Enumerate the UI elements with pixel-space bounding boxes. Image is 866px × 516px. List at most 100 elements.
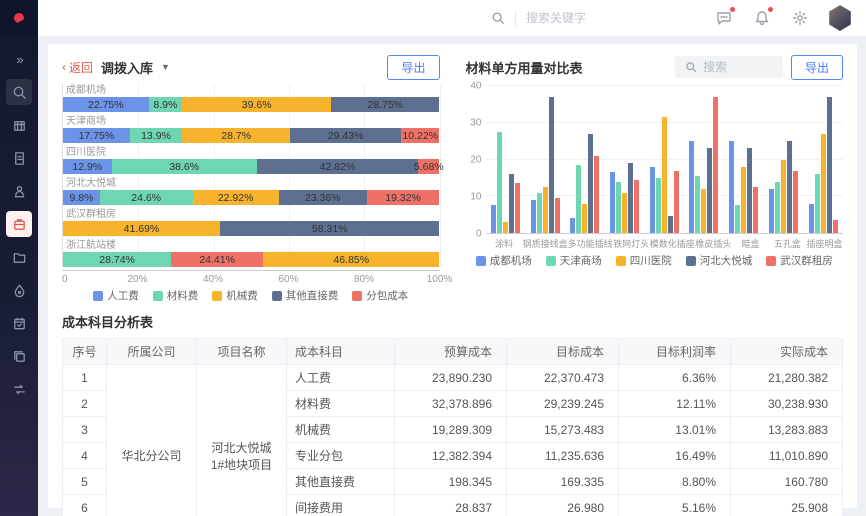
back-link[interactable]: ‹ 返回 (62, 59, 93, 76)
bar[interactable] (815, 174, 820, 233)
legend-item[interactable]: 河北大悦城 (686, 253, 753, 268)
bar-segment[interactable]: 39.6% (182, 97, 331, 112)
bar[interactable] (650, 167, 655, 233)
export-button-right[interactable]: 导出 (791, 55, 843, 80)
bar[interactable] (537, 193, 542, 233)
global-search[interactable] (491, 10, 636, 26)
bar[interactable] (689, 141, 694, 233)
bar[interactable] (668, 216, 673, 233)
bar[interactable] (594, 156, 599, 233)
bar[interactable] (582, 204, 587, 233)
bar[interactable] (622, 193, 627, 233)
bar[interactable] (610, 172, 615, 233)
legend-item[interactable]: 分包成本 (352, 288, 408, 303)
bar[interactable] (747, 148, 752, 233)
bar-segment[interactable]: 29.43% (290, 128, 401, 143)
bar-segment[interactable]: 22.75% (63, 97, 149, 112)
bell-icon[interactable] (752, 8, 772, 28)
bar[interactable] (503, 222, 508, 233)
bar-segment[interactable]: 24.6% (100, 190, 193, 205)
bar[interactable] (753, 187, 758, 233)
bar[interactable] (735, 205, 740, 233)
bar[interactable] (628, 163, 633, 233)
sidebar-schedule-book-icon[interactable] (6, 310, 32, 336)
bar-segment[interactable]: 46.85% (263, 252, 439, 267)
sidebar-document-edit-icon[interactable] (6, 145, 32, 171)
bar[interactable] (543, 187, 548, 233)
bar[interactable] (793, 171, 798, 233)
bar[interactable] (809, 204, 814, 233)
gear-icon[interactable] (790, 8, 810, 28)
legend-item[interactable]: 材料费 (153, 288, 199, 303)
bar[interactable] (491, 205, 496, 233)
bar[interactable] (695, 176, 700, 233)
sidebar-water-drop-icon[interactable] (6, 277, 32, 303)
chart-search[interactable] (675, 56, 783, 78)
message-icon[interactable] (714, 8, 734, 28)
bar-segment[interactable]: 5.68% (418, 159, 439, 174)
bar[interactable] (616, 182, 621, 233)
user-avatar[interactable] (828, 5, 852, 31)
bar[interactable] (515, 183, 520, 233)
bar[interactable] (787, 141, 792, 233)
chart-search-input[interactable] (703, 60, 773, 74)
bar[interactable] (769, 189, 774, 233)
legend-item[interactable]: 其他直接费 (272, 288, 339, 303)
bar[interactable] (701, 189, 706, 233)
bar-segment[interactable]: 28.74% (63, 252, 171, 267)
bar[interactable] (497, 132, 502, 233)
bar[interactable] (555, 198, 560, 233)
bar-segment[interactable]: 9.8% (63, 190, 100, 205)
bar[interactable] (588, 134, 593, 233)
bar[interactable] (827, 97, 832, 233)
bar-segment[interactable]: 8.9% (149, 97, 183, 112)
bar-segment[interactable]: 24.41% (171, 252, 263, 267)
sidebar-building-icon[interactable] (6, 112, 32, 138)
bar-segment[interactable]: 41.69% (63, 221, 220, 236)
bar[interactable] (509, 174, 514, 233)
sidebar-expand-icon[interactable]: » (6, 46, 32, 72)
bar[interactable] (821, 134, 826, 233)
bar-segment[interactable]: 22.92% (193, 190, 279, 205)
sidebar-transfer-icon[interactable] (6, 376, 32, 402)
bar-segment[interactable]: 10.22% (401, 128, 439, 143)
legend-item[interactable]: 四川医院 (616, 253, 672, 268)
bar[interactable] (707, 148, 712, 233)
legend-item[interactable]: 人工费 (93, 288, 139, 303)
bar-segment[interactable]: 23.36% (279, 190, 367, 205)
bar[interactable] (549, 97, 554, 233)
bar[interactable] (781, 160, 786, 234)
bar-segment[interactable]: 13.9% (130, 128, 182, 143)
sidebar-project-icon-active[interactable] (6, 211, 32, 237)
bar-segment[interactable]: 19.32% (367, 190, 440, 205)
bar[interactable] (576, 165, 581, 233)
bar-segment[interactable]: 12.9% (63, 159, 112, 174)
bar[interactable] (674, 171, 679, 233)
chevron-down-icon[interactable]: ▼ (161, 62, 170, 72)
export-button-left[interactable]: 导出 (387, 55, 439, 80)
legend-item[interactable]: 机械费 (212, 288, 258, 303)
bar[interactable] (634, 180, 639, 233)
sidebar-search-icon[interactable] (6, 79, 32, 105)
left-chart-title[interactable]: 调拨入库 (101, 58, 153, 77)
bar[interactable] (741, 167, 746, 233)
bar[interactable] (656, 178, 661, 233)
legend-item[interactable]: 武汉群租房 (766, 253, 833, 268)
bar-segment[interactable]: 17.75% (63, 128, 130, 143)
bar-segment[interactable]: 58.31% (220, 221, 440, 236)
bar-segment[interactable]: 28.75% (331, 97, 439, 112)
legend-item[interactable]: 成都机场 (476, 253, 532, 268)
bar-segment[interactable]: 42.82% (257, 159, 418, 174)
bar[interactable] (531, 200, 536, 233)
bar-segment[interactable]: 38.6% (112, 159, 257, 174)
bar[interactable] (729, 141, 734, 233)
bar[interactable] (662, 117, 667, 233)
app-logo[interactable] (0, 0, 38, 36)
bar[interactable] (713, 97, 718, 233)
bar-segment[interactable]: 28.7% (182, 128, 290, 143)
sidebar-folder-icon[interactable] (6, 244, 32, 270)
bar[interactable] (570, 218, 575, 233)
sidebar-copy-pages-icon[interactable] (6, 343, 32, 369)
bar[interactable] (833, 220, 838, 233)
bar[interactable] (775, 182, 780, 233)
